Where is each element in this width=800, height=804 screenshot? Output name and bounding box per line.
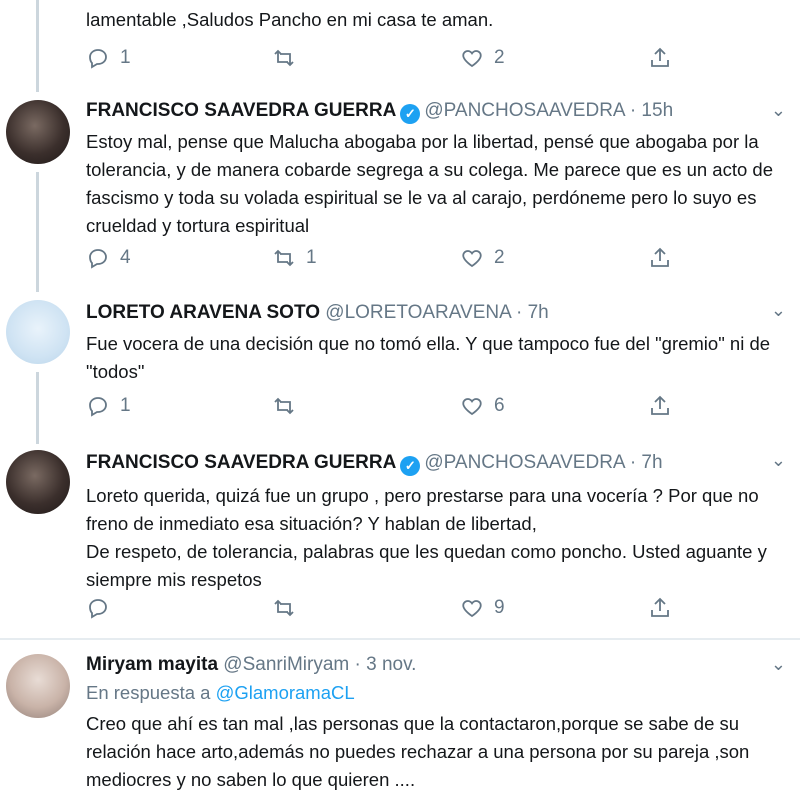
- user-handle[interactable]: @PANCHOSAAVEDRA: [424, 100, 624, 121]
- tweet-actions: 4 1 2: [86, 246, 686, 276]
- user-handle[interactable]: @PANCHOSAAVEDRA: [424, 452, 624, 473]
- retweet-icon: [274, 599, 294, 617]
- tweet-text-line: Loreto querida, quizá fue un grupo , per…: [86, 485, 759, 534]
- reply-icon: [89, 249, 107, 269]
- reply-count: 1: [120, 395, 131, 416]
- tweet[interactable]: Miryam mayita @SanriMiryam · 3 nov. ⌄ En…: [0, 652, 800, 802]
- heart-icon: [462, 50, 482, 68]
- tweet-actions: 9: [86, 596, 686, 626]
- reply-icon: [89, 397, 107, 417]
- avatar[interactable]: [6, 654, 70, 718]
- share-icon: [651, 47, 669, 67]
- heart-icon: [462, 600, 482, 618]
- retweet-icon: [274, 249, 294, 267]
- reply-button[interactable]: 4: [86, 246, 131, 270]
- reply-prefix: En respuesta a: [86, 682, 211, 703]
- chevron-down-icon[interactable]: ⌄: [771, 300, 786, 321]
- tweet-header: FRANCISCO SAAVEDRA GUERRA ✓ @PANCHOSAAVEDR…: [86, 100, 673, 124]
- tweet-actions: 1 6: [86, 394, 686, 424]
- retweet-count: 1: [306, 247, 317, 268]
- heart-icon: [462, 250, 482, 268]
- tweet-text: Estoy mal, pense que Malucha abogaba por…: [86, 131, 773, 236]
- tweet-header: LORETO ARAVENA SOTO @LORETOARAVENA · 7h: [86, 302, 549, 324]
- tweet-fragment[interactable]: lamentable ,Saludos Pancho en mi casa te…: [0, 0, 800, 92]
- reply-button[interactable]: 1: [86, 394, 131, 418]
- retweet-icon: [274, 397, 294, 415]
- reply-icon: [89, 49, 107, 69]
- retweet-button[interactable]: 1: [272, 246, 317, 270]
- avatar[interactable]: [6, 300, 70, 364]
- tweet-text: lamentable ,Saludos Pancho en mi casa te…: [86, 9, 494, 30]
- divider: [0, 638, 800, 640]
- tweet-header: FRANCISCO SAAVEDRA GUERRA ✓ @PANCHOSAAVEDR…: [86, 452, 663, 476]
- tweet-text: Loreto querida, quizá fue un grupo , per…: [86, 482, 786, 594]
- like-count: 6: [494, 395, 505, 416]
- tweet-text: Fue vocera de una decisión que no tomó e…: [86, 333, 771, 382]
- share-button[interactable]: [648, 246, 672, 270]
- chevron-down-icon[interactable]: ⌄: [771, 100, 786, 121]
- share-icon: [651, 597, 669, 617]
- like-button[interactable]: 2: [460, 246, 505, 270]
- like-count: 9: [494, 597, 505, 618]
- chevron-down-icon[interactable]: ⌄: [771, 450, 786, 471]
- reply-count: 1: [120, 47, 131, 68]
- tweet[interactable]: FRANCISCO SAAVEDRA GUERRA ✓ @PANCHOSAAVEDR…: [0, 448, 800, 633]
- retweet-button[interactable]: [272, 46, 306, 70]
- share-icon: [651, 247, 669, 267]
- verified-badge-icon: ✓: [400, 104, 421, 124]
- verified-badge-icon: ✓: [400, 456, 421, 476]
- chevron-down-icon[interactable]: ⌄: [771, 654, 786, 675]
- heart-icon: [462, 398, 482, 416]
- reply-count: 4: [120, 247, 131, 268]
- tweet-header: Miryam mayita @SanriMiryam · 3 nov.: [86, 654, 416, 676]
- share-icon: [651, 395, 669, 415]
- tweet-text: Creo que ahí es tan mal ,las personas qu…: [86, 713, 750, 790]
- retweet-button[interactable]: [272, 596, 306, 620]
- like-count: 2: [494, 247, 505, 268]
- avatar[interactable]: [6, 100, 70, 164]
- reply-mention-link[interactable]: @GlamoramaCL: [216, 682, 355, 703]
- reply-button[interactable]: 1: [86, 46, 131, 70]
- avatar[interactable]: [6, 450, 70, 514]
- display-name[interactable]: Miryam mayita: [86, 654, 218, 675]
- user-handle[interactable]: @SanriMiryam: [223, 654, 349, 675]
- retweet-icon: [274, 49, 294, 67]
- timestamp[interactable]: · 7h: [516, 302, 549, 323]
- like-button[interactable]: 9: [460, 596, 505, 620]
- share-button[interactable]: [648, 394, 672, 418]
- display-name[interactable]: FRANCISCO SAAVEDRA GUERRA: [86, 452, 396, 473]
- tweet[interactable]: LORETO ARAVENA SOTO @LORETOARAVENA · 7h …: [0, 298, 800, 438]
- tweet-text-line: De respeto, de tolerancia, palabras que …: [86, 541, 767, 590]
- display-name[interactable]: FRANCISCO SAAVEDRA GUERRA: [86, 100, 396, 121]
- timestamp[interactable]: · 3 nov.: [355, 654, 417, 675]
- reply-context: En respuesta a @GlamoramaCL: [86, 682, 355, 704]
- timestamp[interactable]: · 15h: [630, 100, 673, 121]
- retweet-button[interactable]: [272, 394, 306, 418]
- reply-button[interactable]: [86, 596, 120, 620]
- display-name[interactable]: LORETO ARAVENA SOTO: [86, 302, 320, 323]
- share-button[interactable]: [648, 46, 672, 70]
- reply-icon: [89, 599, 107, 619]
- user-handle[interactable]: @LORETOARAVENA: [325, 302, 510, 323]
- tweet-actions: 1 2: [86, 46, 686, 76]
- tweet[interactable]: FRANCISCO SAAVEDRA GUERRA ✓ @PANCHOSAAVEDR…: [0, 98, 800, 288]
- like-count: 2: [494, 47, 505, 68]
- timestamp[interactable]: · 7h: [630, 452, 663, 473]
- share-button[interactable]: [648, 596, 672, 620]
- like-button[interactable]: 2: [460, 46, 505, 70]
- like-button[interactable]: 6: [460, 394, 505, 418]
